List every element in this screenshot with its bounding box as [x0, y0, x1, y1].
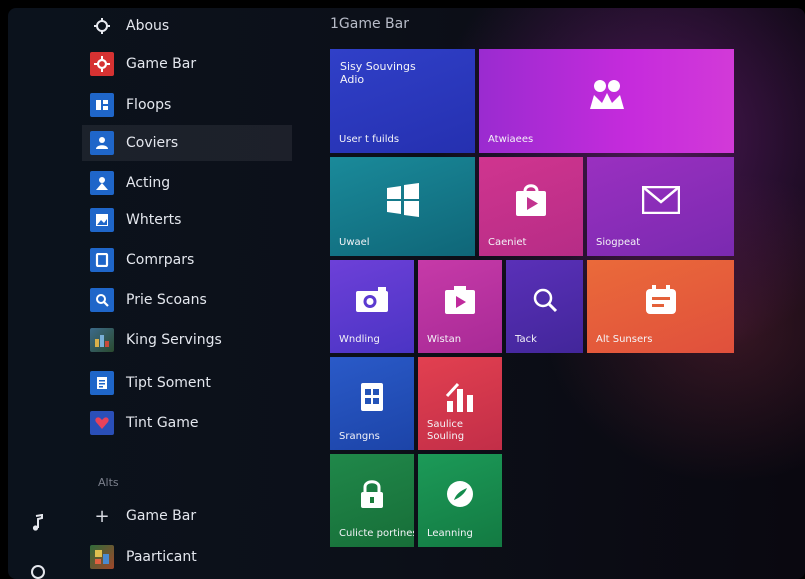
- tablet-icon: [90, 248, 114, 272]
- sidebar-item-label: Coviers: [126, 135, 179, 151]
- document-icon: [359, 382, 385, 416]
- tile-label: Srangns: [339, 431, 380, 442]
- sidebar-item-paarticant[interactable]: Paarticant: [82, 539, 292, 575]
- tile-saulice-souling[interactable]: Saulice Souling: [418, 357, 502, 450]
- tile-label: Culicte portines: [339, 528, 414, 539]
- sidebar-item-abous[interactable]: Abous: [82, 8, 292, 44]
- sidebar-item-label: King Servings: [126, 332, 222, 348]
- windows-icon: [386, 182, 420, 221]
- tile-atwiaees[interactable]: Atwiaees: [479, 49, 734, 153]
- tile-label: Wndling: [339, 334, 380, 345]
- store-bag-icon: [514, 183, 548, 220]
- tile-user-builds[interactable]: Sisy Souvings Adio User t fuilds: [330, 49, 475, 153]
- sidebar-item-label: Comrpars: [126, 252, 195, 268]
- search-icon: [90, 288, 114, 312]
- folder-icon: [90, 93, 114, 117]
- sidebar-item-king-servings[interactable]: King Servings: [82, 322, 292, 358]
- sidebar-item-label: Prie Scoans: [126, 292, 207, 308]
- game-thumbnail-icon: [90, 328, 114, 352]
- sidebar-item-label: Floops: [126, 97, 172, 113]
- edge-icon: [445, 479, 475, 513]
- app-list-sidebar: Abous Game Bar Floops Coviers Acting Wht…: [8, 8, 308, 579]
- tile-label: Wistan: [427, 334, 462, 345]
- tile-label: Tack: [515, 334, 537, 345]
- sidebar-item-coviers[interactable]: Coviers: [82, 125, 292, 161]
- tile-label: Atwiaees: [488, 134, 534, 145]
- document-icon: [90, 371, 114, 395]
- tile-label: Saulice Souling: [427, 419, 465, 442]
- calendar-icon: [644, 284, 678, 320]
- mail-icon: [641, 185, 680, 218]
- tile-uwael[interactable]: Uwael: [330, 157, 475, 256]
- sidebar-item-floops[interactable]: Floops: [82, 87, 292, 123]
- tile-label: Caeniet: [488, 237, 527, 248]
- tile-label: Leanning: [427, 528, 473, 539]
- sidebar-item-label: Game Bar: [126, 508, 197, 524]
- sidebar-item-whterts[interactable]: Whterts: [82, 202, 292, 238]
- tile-tack[interactable]: Tack: [506, 260, 583, 353]
- tile-alt-sunsers[interactable]: Alt Sunsers: [587, 260, 734, 353]
- tile-siogpeat[interactable]: Siogpeat: [587, 157, 734, 256]
- tile-label: User t fuilds: [339, 134, 400, 145]
- sidebar-item-game-bar[interactable]: Game Bar: [82, 46, 292, 82]
- settings-gear-icon: [90, 14, 114, 38]
- sidebar-item-label: Whterts: [126, 212, 182, 228]
- plus-icon: +: [94, 505, 110, 527]
- tile-caeniet[interactable]: Caeniet: [479, 157, 583, 256]
- tile-srangns[interactable]: Srangns: [330, 357, 414, 450]
- sidebar-item-comrpars[interactable]: Comrpars: [82, 242, 292, 278]
- tile-label: Alt Sunsers: [596, 334, 653, 345]
- sidebar-item-label: Paarticant: [126, 549, 197, 565]
- heart-shield-icon: [90, 411, 114, 435]
- tile-leanning[interactable]: Leanning: [418, 454, 502, 547]
- sidebar-item-add-game-bar[interactable]: + Game Bar: [82, 498, 292, 534]
- people-icon: [588, 77, 626, 115]
- app-thumbnail-icon: [90, 545, 114, 569]
- tile-wndling[interactable]: Wndling: [330, 260, 414, 353]
- person-icon: [90, 171, 114, 195]
- sidebar-item-label: Game Bar: [126, 56, 197, 72]
- tile-heading: Sisy Souvings Adio: [340, 60, 416, 86]
- power-icon[interactable]: [26, 559, 50, 579]
- photos-icon: [90, 208, 114, 232]
- game-bar-icon: [90, 52, 114, 76]
- bar-chart-icon: [444, 381, 476, 417]
- people-icon: [90, 131, 114, 155]
- sidebar-item-acting[interactable]: Acting: [82, 165, 292, 201]
- sidebar-item-label: Acting: [126, 175, 171, 191]
- sidebar-item-label: Tipt Soment: [126, 375, 211, 391]
- music-note-icon[interactable]: [26, 511, 50, 535]
- search-icon: [532, 287, 558, 317]
- tile-label: Siogpeat: [596, 237, 641, 248]
- lock-icon: [359, 479, 385, 513]
- sidebar-item-label: Abous: [126, 18, 170, 34]
- sidebar-item-prie-scoans[interactable]: Prie Scoans: [82, 282, 292, 318]
- sidebar-item-label: Tint Game: [126, 415, 199, 431]
- start-menu-window: Abous Game Bar Floops Coviers Acting Wht…: [8, 8, 805, 579]
- tile-wistan[interactable]: Wistan: [418, 260, 502, 353]
- camera-icon: [354, 286, 390, 318]
- sidebar-item-tipt-soment[interactable]: Tipt Soment: [82, 365, 292, 401]
- page-title: 1Game Bar: [330, 16, 409, 32]
- tile-label: Uwael: [339, 237, 370, 248]
- tile-culicte-portines[interactable]: Culicte portines: [330, 454, 414, 547]
- sidebar-item-tint-game[interactable]: Tint Game: [82, 405, 292, 441]
- section-header: Alts: [98, 476, 119, 489]
- play-icon: [443, 285, 477, 319]
